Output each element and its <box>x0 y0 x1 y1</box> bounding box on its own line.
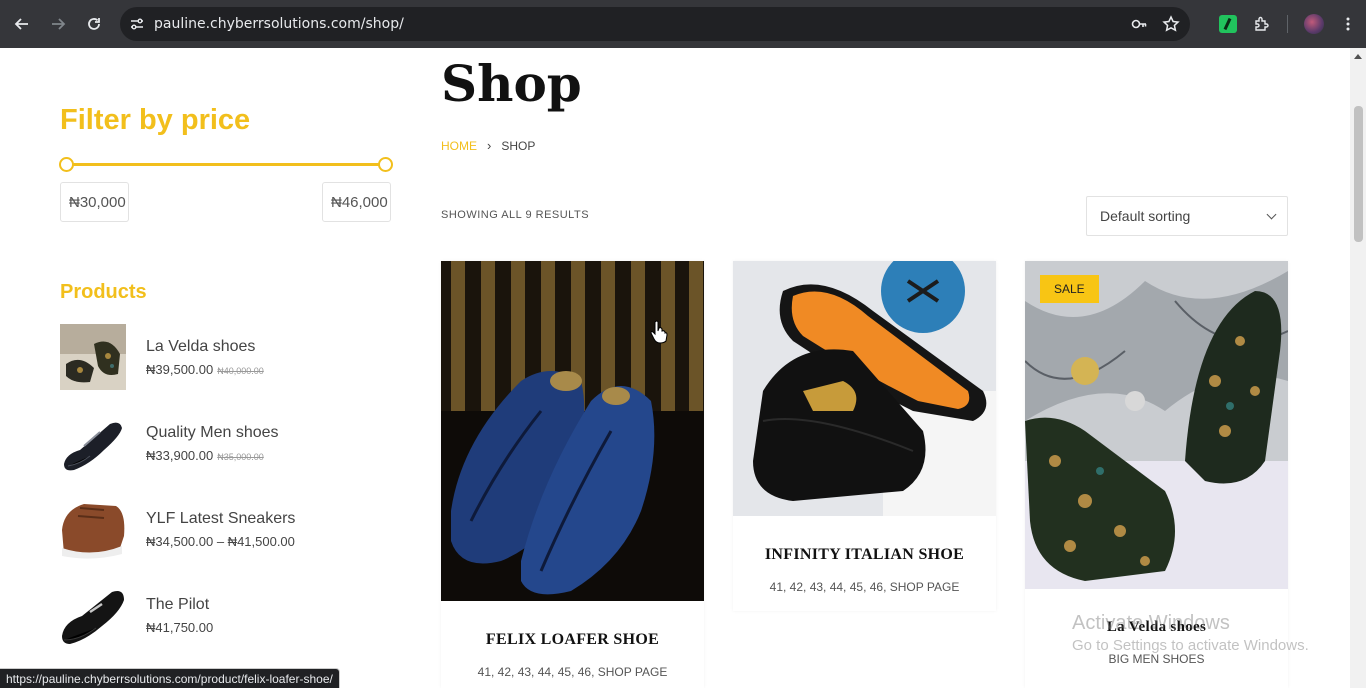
url-text[interactable]: pauline.chyberrsolutions.com/shop/ <box>154 16 404 32</box>
sale-badge: SALE <box>1040 275 1099 303</box>
breadcrumb-separator-icon: › <box>487 138 492 153</box>
forward-button[interactable] <box>40 6 76 42</box>
filter-by-price-heading: Filter by price <box>60 104 251 136</box>
product-price-current: ₦39,500.00 <box>146 362 214 377</box>
reload-button[interactable] <box>76 6 112 42</box>
product-name[interactable]: Quality Men shoes <box>146 424 279 442</box>
profile-avatar[interactable] <box>1304 14 1324 34</box>
browser-toolbar: pauline.chyberrsolutions.com/shop/ <box>0 0 1366 48</box>
page-title: Shop <box>441 54 582 113</box>
site-settings-icon[interactable] <box>120 16 154 32</box>
product-image[interactable]: SALE <box>1025 261 1288 589</box>
reload-icon <box>88 18 100 30</box>
product-categories[interactable]: 41, 42, 43, 44, 45, 46, SHOP PAGE <box>441 665 704 679</box>
product-price: ₦39,500.00 ₦40,000.00 <box>146 362 264 377</box>
address-bar[interactable]: pauline.chyberrsolutions.com/shop/ <box>120 7 1190 41</box>
product-card[interactable]: INFINITY ITALIAN SHOE 41, 42, 43, 44, 45… <box>733 261 996 611</box>
price-slider-track[interactable] <box>66 163 386 166</box>
product-price: ₦34,500.00 – ₦41,500.00 <box>146 534 295 549</box>
products-heading: Products <box>60 281 147 303</box>
chevron-down-icon <box>1266 209 1277 220</box>
product-thumbnail[interactable] <box>60 496 126 562</box>
arrow-left-icon <box>14 18 28 30</box>
product-image[interactable] <box>733 261 996 516</box>
product-name[interactable]: YLF Latest Sneakers <box>146 510 295 528</box>
max-price-input[interactable]: ₦46,000 <box>322 182 391 222</box>
product-price: ₦33,900.00 ₦35,000.00 <box>146 448 264 463</box>
product-price: ₦41,750.00 <box>146 620 213 635</box>
breadcrumb-home-link[interactable]: HOME <box>441 139 477 153</box>
star-icon[interactable] <box>1162 15 1180 33</box>
product-thumbnail[interactable] <box>60 324 126 390</box>
price-slider-min-handle[interactable] <box>59 157 74 172</box>
more-menu-icon[interactable] <box>1340 16 1356 32</box>
result-count: SHOWING ALL 9 RESULTS <box>441 209 590 221</box>
product-name[interactable]: The Pilot <box>146 596 209 614</box>
product-categories[interactable]: 41, 42, 43, 44, 45, 46, SHOP PAGE <box>733 580 996 594</box>
min-price-input[interactable]: ₦30,000 <box>60 182 129 222</box>
page-scrollbar[interactable] <box>1350 48 1366 688</box>
key-icon[interactable] <box>1130 15 1148 33</box>
product-title[interactable]: FELIX LOAFER SHOE <box>441 631 704 649</box>
link-status-bar: https://pauline.chyberrsolutions.com/pro… <box>0 668 340 688</box>
list-item[interactable]: YLF Latest Sneakers ₦34,500.00 – ₦41,500… <box>60 496 360 562</box>
product-image[interactable] <box>441 261 704 601</box>
puzzle-icon[interactable] <box>1253 15 1271 33</box>
arrow-right-icon <box>52 18 66 30</box>
product-price-current: ₦34,500.00 – ₦41,500.00 <box>146 534 295 549</box>
list-item[interactable]: La Velda shoes ₦39,500.00 ₦40,000.00 <box>60 324 360 390</box>
product-title[interactable]: INFINITY ITALIAN SHOE <box>733 546 996 564</box>
product-price-current: ₦33,900.00 <box>146 448 214 463</box>
toolbar-separator <box>1287 15 1288 33</box>
breadcrumb: HOME › SHOP <box>441 138 535 153</box>
breadcrumb-current: SHOP <box>501 138 536 153</box>
sort-select[interactable]: Default sorting <box>1086 196 1288 236</box>
scroll-up-icon[interactable] <box>1354 54 1362 59</box>
hand-cursor-icon <box>650 320 668 344</box>
list-item[interactable]: Quality Men shoes ₦33,900.00 ₦35,000.00 <box>60 410 360 476</box>
list-item[interactable]: The Pilot ₦41,750.00 <box>60 582 360 648</box>
product-name[interactable]: La Velda shoes <box>146 338 255 356</box>
product-price-current: ₦41,750.00 <box>146 620 214 635</box>
product-thumbnail[interactable] <box>60 582 126 648</box>
product-price-old: ₦40,000.00 <box>217 366 264 376</box>
product-thumbnail[interactable] <box>60 410 126 476</box>
windows-watermark-subtitle: Go to Settings to activate Windows. <box>1072 637 1309 654</box>
sort-select-value: Default sorting <box>1100 208 1191 224</box>
back-button[interactable] <box>4 6 40 42</box>
product-categories[interactable]: BIG MEN SHOES <box>1025 652 1288 666</box>
extension-icon[interactable] <box>1219 15 1237 33</box>
price-slider-max-handle[interactable] <box>378 157 393 172</box>
product-price-old: ₦35,000.00 <box>217 452 264 462</box>
windows-watermark-title: Activate Windows <box>1072 612 1230 634</box>
scroll-thumb[interactable] <box>1354 106 1363 242</box>
